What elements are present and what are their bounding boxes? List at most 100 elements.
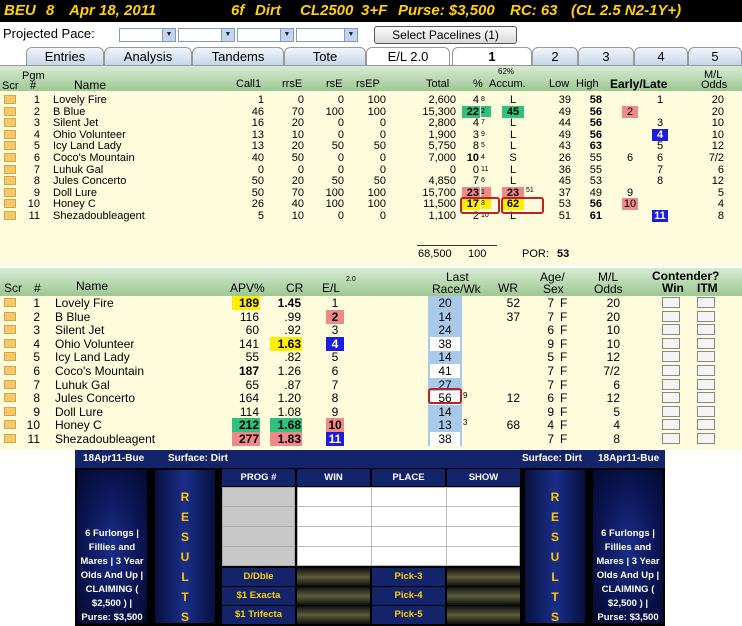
apv-value: 60 — [245, 323, 259, 338]
ml-odds: 12 — [711, 140, 724, 153]
win-contender-checkbox[interactable] — [662, 433, 680, 444]
high-value: 61 — [589, 210, 602, 222]
low-value: 43 — [558, 140, 571, 153]
itm-contender-checkbox[interactable] — [697, 310, 715, 322]
itm-contender-checkbox[interactable] — [697, 297, 715, 308]
pace-select-3[interactable]: ▼ — [237, 28, 294, 42]
tab-race-1[interactable]: 1 — [452, 47, 532, 66]
scratch-checkbox[interactable] — [4, 118, 16, 128]
tab-analysis[interactable]: Analysis — [104, 47, 192, 66]
high-value: 55 — [589, 163, 602, 176]
scratch-checkbox[interactable] — [4, 199, 16, 209]
col-pct-top: 62% — [498, 67, 515, 76]
scratch-checkbox[interactable] — [4, 379, 16, 389]
win-contender-checkbox[interactable] — [662, 405, 680, 417]
win-contender-checkbox[interactable] — [662, 297, 680, 308]
horse-name: Shezadoubleagent — [53, 210, 145, 222]
pace-select-1[interactable]: ▼ — [119, 28, 176, 42]
scratch-checkbox[interactable] — [4, 325, 16, 335]
tab-tandems[interactable]: Tandems — [192, 47, 284, 66]
rse-value: 0 — [337, 117, 344, 130]
total-value: 0 — [449, 163, 456, 176]
cr-value: 1.20 — [277, 391, 301, 406]
win-contender-checkbox[interactable] — [662, 392, 680, 404]
pct-rank: 4 — [481, 154, 485, 161]
itm-contender-checkbox[interactable] — [697, 337, 715, 349]
itm-contender-checkbox[interactable] — [697, 365, 715, 376]
tab-entries[interactable]: Entries — [26, 47, 104, 66]
ml-odds: 6 — [717, 163, 724, 176]
tab-race-2[interactable]: 2 — [532, 47, 578, 66]
ml-odds: 20 — [606, 296, 620, 310]
scratch-checkbox[interactable] — [4, 352, 16, 362]
low-value: 53 — [558, 198, 571, 211]
accum-value: S — [509, 152, 517, 164]
age-value: 7 — [547, 377, 554, 392]
tab-el-2-0[interactable]: E/L 2.0 — [366, 47, 450, 66]
results-letter: E — [180, 510, 189, 524]
itm-contender-checkbox[interactable] — [697, 433, 715, 444]
scratch-checkbox[interactable] — [4, 406, 16, 416]
scratch-checkbox[interactable] — [4, 366, 16, 375]
scratch-checkbox[interactable] — [4, 141, 16, 151]
scratch-checkbox[interactable] — [4, 106, 16, 116]
win-contender-checkbox[interactable] — [662, 378, 680, 390]
scratch-checkbox[interactable] — [4, 164, 16, 174]
early-rank: 2 — [622, 105, 638, 118]
itm-contender-checkbox[interactable] — [697, 324, 715, 336]
cr-value: .99 — [284, 309, 301, 324]
win-contender-checkbox[interactable] — [662, 337, 680, 349]
highlight-box-accum — [501, 197, 544, 214]
win-contender-checkbox[interactable] — [662, 324, 680, 336]
win-contender-checkbox[interactable] — [662, 351, 680, 363]
itm-contender-checkbox[interactable] — [697, 419, 715, 431]
rse-value: 0 — [337, 152, 344, 164]
select-pacelines-button[interactable]: Select Pacelines (1) — [374, 26, 517, 44]
race-age: 3+F — [361, 2, 388, 19]
scratch-checkbox[interactable] — [4, 338, 16, 348]
horse-name: Jules Concerto — [55, 391, 136, 406]
pace-select-4[interactable]: ▼ — [296, 28, 358, 42]
age-value: 7 — [547, 364, 554, 378]
win-contender-checkbox[interactable] — [662, 310, 680, 322]
call1-value: 1 — [257, 94, 264, 106]
win-contender-checkbox[interactable] — [662, 365, 680, 376]
scratch-checkbox[interactable] — [4, 176, 16, 186]
win-contender-checkbox[interactable] — [662, 419, 680, 431]
tab-race-3[interactable]: 3 — [578, 47, 634, 66]
scratch-checkbox[interactable] — [4, 129, 16, 139]
horse-name: Luhuk Gal — [53, 163, 104, 176]
rsep-value: 100 — [367, 105, 386, 118]
scratch-checkbox[interactable] — [4, 95, 16, 104]
col-num: # — [30, 80, 37, 92]
rsep-value: 50 — [373, 140, 386, 153]
cr-value: .82 — [284, 350, 301, 365]
tab-tote[interactable]: Tote — [284, 47, 366, 66]
program-number: 4 — [33, 336, 40, 351]
sex-value: F — [560, 296, 568, 310]
scratch-checkbox[interactable] — [4, 434, 16, 443]
tab-race-4[interactable]: 4 — [634, 47, 688, 66]
low-value: 51 — [558, 210, 571, 222]
scratch-checkbox[interactable] — [4, 311, 16, 321]
apv-value: 114 — [239, 404, 259, 419]
program-number: 4 — [33, 128, 40, 141]
scratch-checkbox[interactable] — [4, 187, 16, 197]
scratch-checkbox[interactable] — [4, 298, 16, 307]
por-label: POR: — [522, 248, 549, 260]
pace-select-2[interactable]: ▼ — [178, 28, 235, 42]
program-number: 2 — [33, 105, 40, 118]
tab-race-5[interactable]: 5 — [688, 47, 742, 66]
itm-contender-checkbox[interactable] — [697, 392, 715, 404]
el-rank: 7 — [331, 377, 339, 392]
scratch-checkbox[interactable] — [4, 211, 16, 220]
itm-contender-checkbox[interactable] — [697, 405, 715, 417]
itm-contender-checkbox[interactable] — [697, 351, 715, 363]
early-rank: 10 — [622, 198, 638, 211]
scratch-checkbox[interactable] — [4, 153, 16, 162]
el-rank: 2 — [326, 309, 344, 324]
itm-contender-checkbox[interactable] — [697, 378, 715, 390]
ml-odds: 4 — [717, 198, 724, 211]
scratch-checkbox[interactable] — [4, 420, 16, 430]
scratch-checkbox[interactable] — [4, 393, 16, 403]
